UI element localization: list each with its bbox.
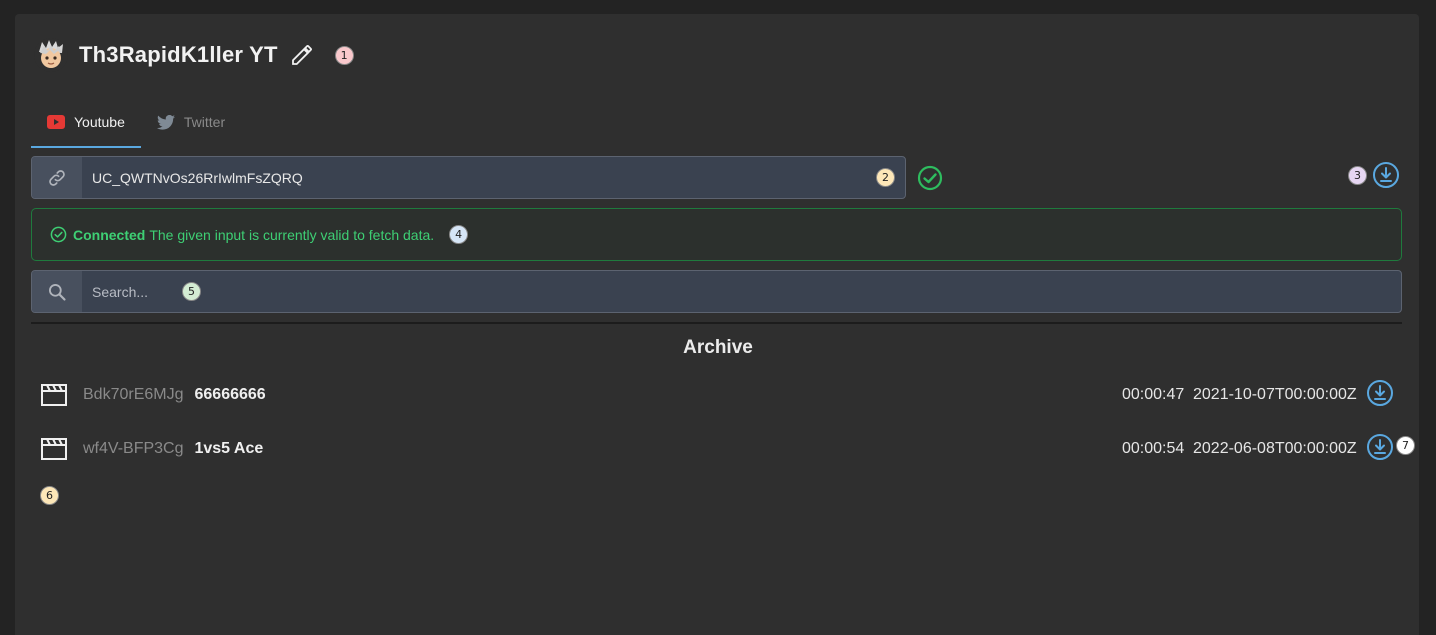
annotation-badge-7: 7 [1396,436,1415,455]
annotation-badge-1: 1 [334,45,354,65]
check-circle-icon [50,226,67,243]
alert-status: Connected [73,226,146,243]
profile-header: Th3RapidK1ller YT 1 [34,34,354,76]
link-icon [32,157,82,198]
video-title: 1vs5 Ace [194,440,264,457]
archive-heading: Archive [683,337,753,358]
video-id: wf4V-BFP3Cg [83,440,184,457]
list-item[interactable]: Bdk70rE6MJg 66666666 00:00:47 2021-10-07… [40,375,1400,415]
search-input[interactable] [82,283,182,300]
edit-pencil-icon[interactable] [289,42,315,68]
channel-input-group: 2 [31,156,906,199]
video-date: 2021-10-07T00:00:00Z [1193,386,1357,403]
download-icon[interactable] [1366,379,1394,412]
annotation-badge-2: 2 [876,168,895,187]
annotation-badge-5: 5 [182,282,201,301]
video-duration: 00:00:47 [1122,386,1185,403]
list-item[interactable]: wf4V-BFP3Cg 1vs5 Ace 00:00:54 2022-06-08… [40,429,1400,469]
valid-check-icon [917,165,943,196]
connection-alert: Connected The given input is currently v… [31,208,1402,261]
youtube-icon [47,115,65,129]
video-title: 66666666 [194,386,266,403]
download-all-icon[interactable] [1372,161,1400,194]
search-group: 5 [31,270,1402,313]
video-id: Bdk70rE6MJg [83,386,184,403]
tab-youtube-label: Youtube [74,114,125,130]
clapperboard-icon [41,438,67,460]
divider [31,322,1402,324]
avatar [34,38,68,72]
video-duration: 00:00:54 [1122,440,1185,457]
alert-message: The given input is currently valid to fe… [149,226,435,243]
annotation-badge-3: 3 [1348,166,1367,185]
page-title: Th3RapidK1ller YT [79,42,278,67]
channel-id-input[interactable] [82,169,905,186]
tab-youtube[interactable]: Youtube [31,98,141,148]
download-icon[interactable] [1366,433,1394,466]
search-icon [32,271,82,312]
tab-twitter-label: Twitter [183,114,226,130]
twitter-icon [156,114,175,130]
video-date: 2022-06-08T00:00:00Z [1193,440,1357,457]
clapperboard-icon [41,384,67,406]
platform-tabs: Youtube Twitter [31,98,241,148]
annotation-badge-4: 4 [449,225,469,244]
tab-twitter[interactable]: Twitter [141,98,241,146]
annotation-badge-6: 6 [40,486,59,505]
